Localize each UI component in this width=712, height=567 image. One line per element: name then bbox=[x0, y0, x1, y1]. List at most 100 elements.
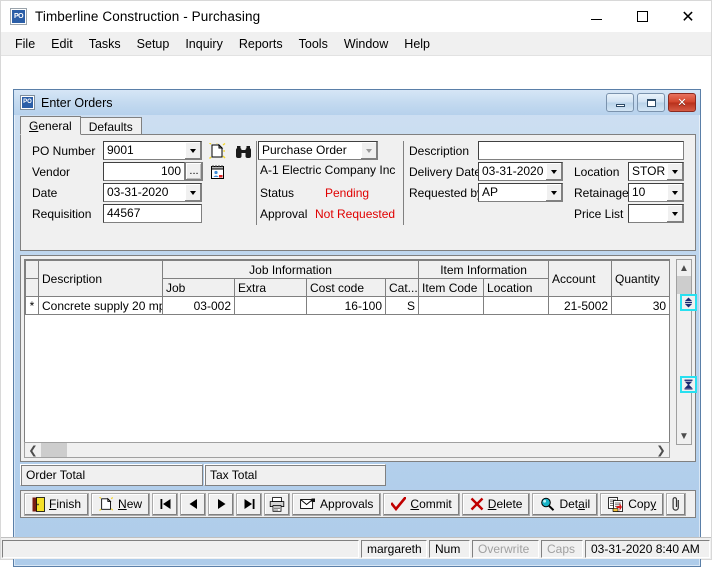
next-record-button[interactable] bbox=[208, 492, 235, 516]
chevron-down-icon[interactable] bbox=[360, 142, 377, 159]
chevron-down-icon[interactable] bbox=[184, 184, 201, 201]
child-minimize-button[interactable] bbox=[606, 93, 634, 112]
location-value: STORE bbox=[632, 164, 666, 178]
retainage-combo[interactable]: 10 bbox=[628, 183, 684, 202]
table-row[interactable]: * Concrete supply 20 mpa 03-002 16-100 S… bbox=[25, 296, 669, 315]
child-close-button[interactable]: ✕ bbox=[668, 93, 696, 112]
chevron-down-icon[interactable] bbox=[666, 163, 683, 180]
menu-tasks[interactable]: Tasks bbox=[81, 34, 129, 54]
vendor-browse-button[interactable]: ... bbox=[185, 162, 203, 181]
approval-label: Approval bbox=[260, 207, 308, 221]
cell-cat[interactable]: S bbox=[384, 296, 420, 315]
menu-window[interactable]: Window bbox=[336, 34, 396, 54]
location-label: Location bbox=[574, 165, 620, 179]
po-number-combo[interactable]: 9001 bbox=[103, 141, 202, 160]
price-list-label: Price List bbox=[574, 207, 624, 221]
cell-account[interactable]: 21-5002 bbox=[548, 296, 613, 315]
grid-header-cat[interactable]: Cat... bbox=[384, 278, 420, 297]
approvals-button[interactable]: Approvals bbox=[292, 492, 382, 516]
menu-tools[interactable]: Tools bbox=[291, 34, 336, 54]
totals-row: Order Total Tax Total bbox=[20, 464, 696, 488]
collapse-rows-button[interactable] bbox=[680, 376, 697, 393]
date-combo[interactable]: 03-31-2020 bbox=[103, 183, 202, 202]
location-combo[interactable]: STORE bbox=[628, 162, 684, 181]
description-label: Description bbox=[409, 144, 470, 158]
last-record-button[interactable] bbox=[236, 492, 263, 516]
commit-button[interactable]: Commit bbox=[383, 492, 460, 516]
status-datetime: 03-31-2020 8:40 AM bbox=[585, 539, 710, 558]
menu-setup[interactable]: Setup bbox=[129, 34, 178, 54]
grid-header-extra[interactable]: Extra bbox=[234, 278, 307, 297]
minimize-button[interactable] bbox=[573, 1, 619, 32]
delivery-date-combo[interactable]: 03-31-2020 bbox=[478, 162, 563, 181]
hscroll-thumb[interactable] bbox=[41, 443, 67, 457]
requisition-input[interactable]: 44567 bbox=[103, 204, 202, 223]
vendor-input[interactable]: 100 bbox=[103, 162, 185, 181]
price-list-combo[interactable] bbox=[628, 204, 684, 223]
chevron-down-icon[interactable] bbox=[545, 163, 562, 180]
chevron-down-icon[interactable] bbox=[666, 184, 683, 201]
menu-edit[interactable]: Edit bbox=[43, 34, 81, 54]
menu-inquiry[interactable]: Inquiry bbox=[177, 34, 231, 54]
menu-help[interactable]: Help bbox=[396, 34, 438, 54]
move-row-updown-button[interactable] bbox=[680, 294, 697, 311]
order-type-combo[interactable]: Purchase Order bbox=[258, 141, 378, 160]
requisition-label: Requisition bbox=[32, 207, 92, 221]
chevron-down-icon[interactable] bbox=[184, 142, 201, 159]
close-button[interactable]: ✕ bbox=[665, 1, 711, 32]
finish-button[interactable]: Finish bbox=[24, 492, 90, 516]
description-input[interactable] bbox=[478, 141, 684, 160]
print-button[interactable] bbox=[264, 492, 291, 516]
child-restore-button[interactable] bbox=[637, 93, 665, 112]
scroll-up-icon[interactable]: ▲ bbox=[677, 260, 691, 276]
tab-defaults-label: Defaults bbox=[88, 120, 133, 134]
window-controls: ✕ bbox=[573, 1, 711, 32]
vscroll-thumb[interactable] bbox=[677, 276, 691, 294]
cell-location[interactable] bbox=[483, 296, 550, 315]
chevron-down-icon[interactable] bbox=[666, 205, 683, 222]
tax-total-field: Tax Total bbox=[204, 464, 386, 486]
approval-value: Not Requested bbox=[315, 207, 396, 221]
cell-job[interactable]: 03-002 bbox=[162, 296, 235, 315]
enter-orders-window-controls: ✕ bbox=[606, 93, 696, 112]
attachment-button[interactable] bbox=[666, 492, 687, 516]
envelope-icon bbox=[300, 498, 316, 509]
detail-button[interactable]: Detail bbox=[532, 492, 599, 516]
cell-description[interactable]: Concrete supply 20 mpa bbox=[38, 296, 163, 315]
new-document-icon[interactable] bbox=[206, 141, 228, 162]
grid-vertical-scrollbar[interactable]: ▲ ▼ bbox=[676, 259, 692, 445]
cell-cost-code[interactable]: 16-100 bbox=[306, 296, 386, 315]
scroll-right-icon[interactable]: ❯ bbox=[653, 444, 669, 457]
line-items-grid[interactable]: Description Job Information Item Informa… bbox=[24, 259, 670, 445]
tab-general[interactable]: General bbox=[20, 116, 81, 135]
menu-file[interactable]: File bbox=[7, 34, 43, 54]
binoculars-icon[interactable] bbox=[233, 141, 253, 162]
requested-by-combo[interactable]: AP bbox=[478, 183, 563, 202]
grid-header-quantity[interactable]: Quantity bbox=[611, 260, 669, 297]
tab-defaults[interactable]: Defaults bbox=[79, 117, 142, 135]
first-record-button[interactable] bbox=[152, 492, 179, 516]
previous-record-button[interactable] bbox=[180, 492, 207, 516]
copy-button[interactable]: Copy bbox=[600, 492, 665, 516]
grid-header-cost-code[interactable]: Cost code bbox=[306, 278, 386, 297]
maximize-button[interactable] bbox=[619, 1, 665, 32]
cell-quantity[interactable]: 30 bbox=[611, 296, 669, 315]
grid-header-location[interactable]: Location bbox=[483, 278, 550, 297]
cell-extra[interactable] bbox=[234, 296, 307, 315]
grid-header-description[interactable]: Description bbox=[38, 260, 163, 297]
grid-horizontal-scrollbar[interactable]: ❮ ❯ bbox=[24, 442, 670, 458]
delete-button[interactable]: Delete bbox=[461, 492, 531, 516]
application-window: PO Timberline Construction - Purchasing … bbox=[0, 0, 712, 567]
last-record-icon bbox=[244, 499, 255, 509]
grid-header-account[interactable]: Account bbox=[548, 260, 613, 297]
grid-header-item-code[interactable]: Item Code bbox=[418, 278, 485, 297]
scroll-down-icon[interactable]: ▼ bbox=[677, 428, 691, 444]
menu-reports[interactable]: Reports bbox=[231, 34, 291, 54]
cell-item-code[interactable] bbox=[418, 296, 485, 315]
new-button[interactable]: New bbox=[91, 492, 151, 516]
chevron-down-icon[interactable] bbox=[545, 184, 562, 201]
grid-header-job[interactable]: Job bbox=[162, 278, 235, 297]
general-form-panel: PO Number 9001 Vendor 100 ... Date 03-31… bbox=[20, 134, 696, 251]
scroll-left-icon[interactable]: ❮ bbox=[25, 444, 41, 457]
contacts-book-icon[interactable] bbox=[206, 162, 228, 183]
